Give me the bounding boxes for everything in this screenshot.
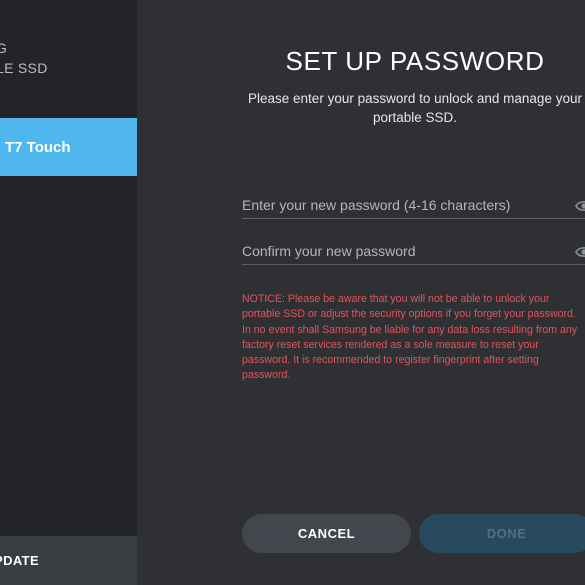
update-label: PDATE: [0, 553, 40, 568]
confirm-password-field: [242, 240, 585, 265]
page-title: SET UP PASSWORD: [285, 46, 545, 76]
notice-text: NOTICE: Please be aware that you will no…: [242, 293, 578, 382]
done-label: DONE: [486, 526, 527, 541]
update-button[interactable]: PDATE: [0, 536, 137, 585]
brand-line-1: G: [0, 40, 8, 56]
device-label: T7 Touch: [5, 138, 71, 156]
brand-logo-text: G LE SSD: [0, 38, 48, 78]
eye-icon[interactable]: [575, 245, 585, 259]
sidebar-item-t7-touch[interactable]: T7 Touch: [0, 118, 137, 176]
new-password-field: [242, 194, 585, 219]
app-window: G LE SSD T7 Touch PDATE SET UP PASSWORD …: [0, 0, 585, 585]
cancel-button[interactable]: CANCEL: [242, 514, 411, 553]
cancel-label: CANCEL: [297, 526, 356, 541]
sidebar: G LE SSD T7 Touch PDATE: [0, 0, 137, 585]
done-button[interactable]: DONE: [419, 514, 585, 553]
brand-line-2: LE SSD: [0, 60, 48, 76]
page-subtitle: Please enter your password to unlock and…: [248, 91, 582, 125]
eye-icon[interactable]: [575, 199, 585, 213]
confirm-password-input[interactable]: [242, 240, 562, 262]
main-panel: SET UP PASSWORD Please enter your passwo…: [137, 0, 585, 585]
new-password-input[interactable]: [242, 194, 562, 216]
